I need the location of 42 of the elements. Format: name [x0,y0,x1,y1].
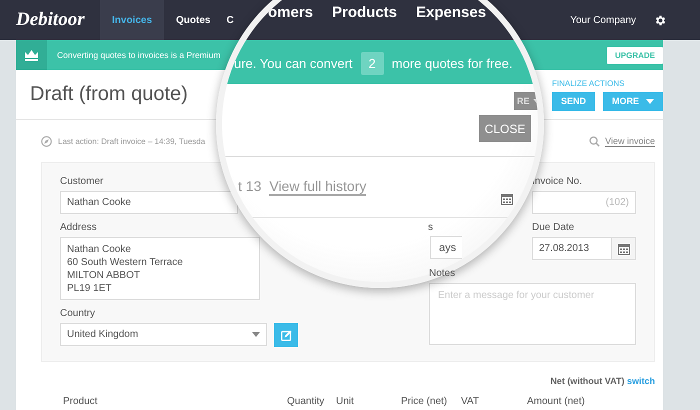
column-header: Price (net) [401,396,448,408]
field-label: s [428,222,433,233]
account-menu[interactable]: Your Company [570,14,636,26]
calendar-icon [618,242,630,254]
column-header: Product [63,396,98,408]
nav-tab[interactable]: C [226,13,234,27]
column-header: Amount (net) [527,396,586,408]
price-mode-label: Net (without VAT) [550,376,624,386]
column-header: Unit [336,396,355,408]
compass-icon [41,136,52,146]
nav-tab[interactable]: Quotes [176,13,210,27]
nav-tab[interactable]: Expenses [416,4,486,21]
field-label: Customer [60,176,104,188]
column-header: Quantity [287,396,326,408]
count-badge: 2 [360,52,384,75]
field-label: Notes [429,268,456,280]
view-invoice-link[interactable]: View invoice [605,136,655,146]
banner-text: Converting quotes to invoices is a Premium [57,50,220,60]
calendar-icon [501,193,513,205]
crown-icon [25,50,38,60]
banner-text: more quotes for free. [392,56,512,71]
history-text: t 13 [238,178,262,194]
page-title: Draft (from quote) [30,83,188,106]
terms-select[interactable]: ays [430,236,462,259]
nav-tab[interactable]: omers [268,4,314,21]
field-label: Address [60,222,97,234]
nav-tab[interactable]: Products [332,4,398,21]
country-select[interactable]: United Kingdom [60,323,267,346]
section-label: FINALIZE ACTIONS [552,78,626,88]
logo[interactable]: Debitoor [16,9,100,31]
edit-icon [280,330,292,340]
banner-text: ure. You can convert [234,56,353,71]
search-icon [589,136,600,146]
customer-field[interactable]: Nathan Cooke [60,191,238,214]
address-field[interactable]: Nathan Cooke 60 South Western Terrace MILTON ABBOT PL19 1ET [60,237,260,300]
settings-icon[interactable] [654,14,667,26]
column-header: VAT [461,396,480,408]
last-action-text: Last action: Draft invoice – 14:39, Tuesda [58,136,206,146]
due-date-field[interactable]: 27.08.2013 [532,237,636,260]
field-label: Due Date [532,222,574,234]
field-label: Country [60,308,96,320]
nav-tab[interactable]: Invoices [100,0,164,40]
